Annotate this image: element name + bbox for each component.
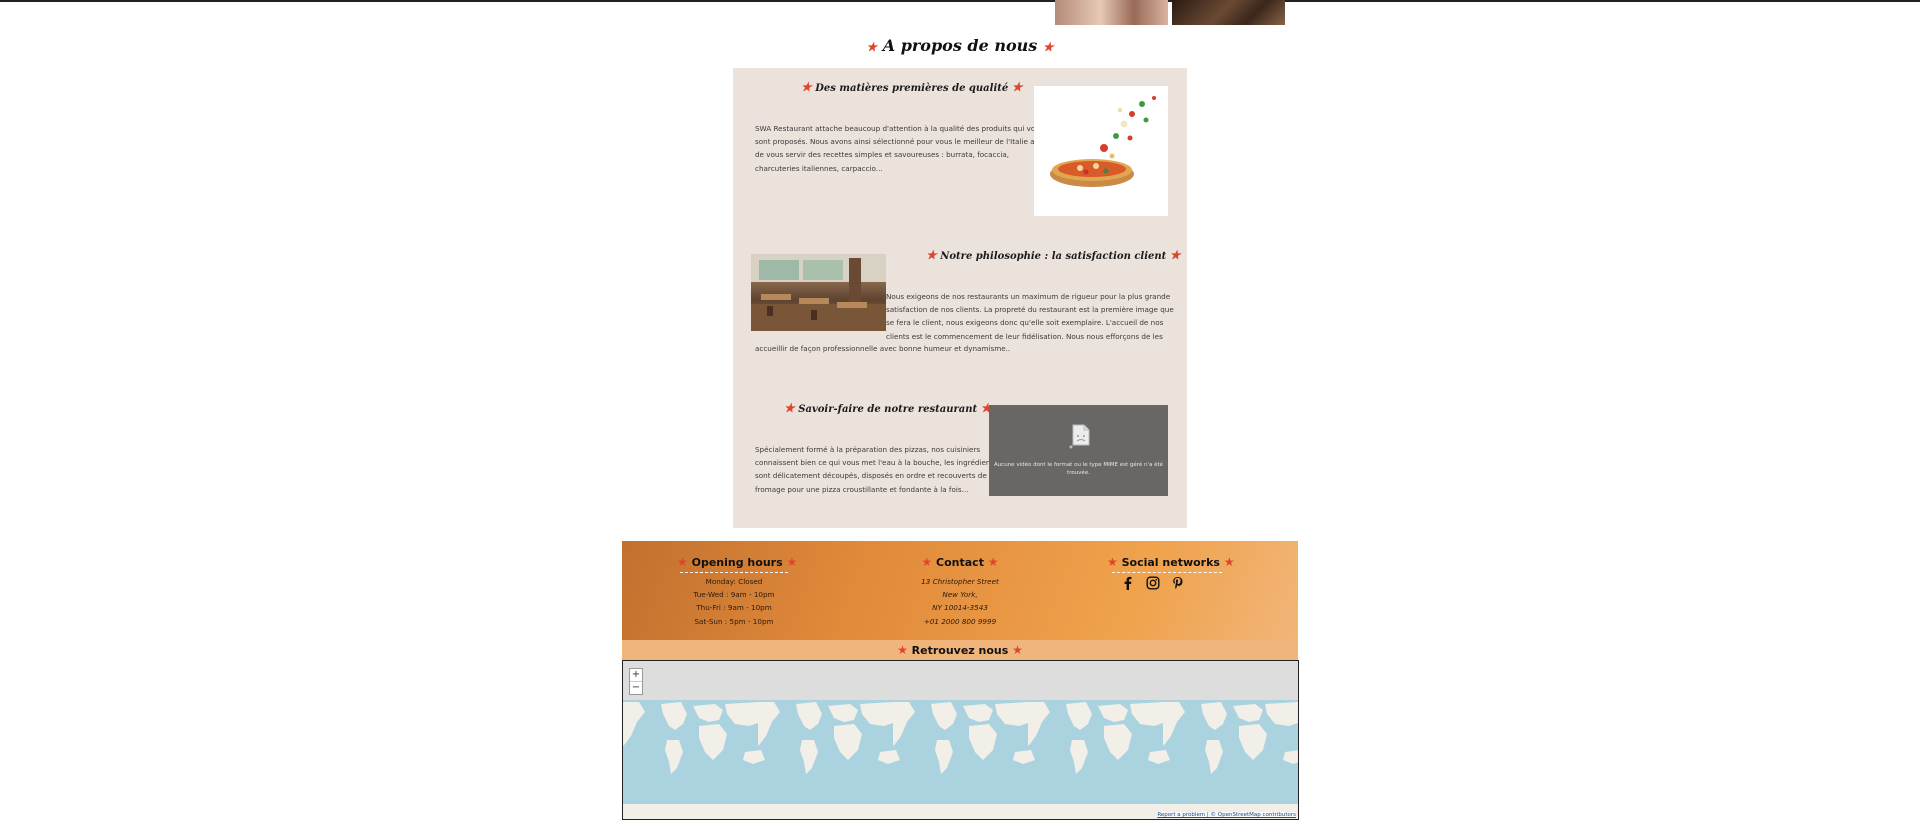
star-icon: ★: [677, 555, 688, 569]
hours-line: Monday: Closed: [705, 577, 763, 586]
star-icon: ★: [866, 40, 878, 54]
footer: ★ Opening hours ★ Monday: Closed Tue-Wed…: [622, 541, 1298, 640]
contact-line: New York,: [942, 590, 978, 600]
contact-heading: ★ Contact ★: [895, 555, 1025, 569]
text-line: sont proposés. Nous avons ainsi sélectio…: [755, 137, 1044, 147]
text-line: satisfaction de nos clients. La propreté…: [886, 305, 1174, 315]
social-icons: [1107, 575, 1227, 591]
section-title-text: Notre philosophie : la satisfaction clie…: [940, 251, 1167, 262]
opening-hours-title: Opening hours: [691, 556, 783, 569]
section-text-savoir-faire: Spécialement formé à la préparation des …: [755, 443, 997, 496]
contact-line[interactable]: +01 2000 800 9999: [895, 615, 1025, 628]
contact-line: NY 10014-3543: [932, 603, 988, 613]
star-icon: ★: [926, 248, 937, 262]
social-column: ★ Social networks ★: [1107, 555, 1235, 591]
text-line: sont délicatement découpés, disposés en …: [755, 471, 987, 481]
about-title-text: A propos de nous: [882, 36, 1038, 55]
star-icon: ★: [786, 555, 798, 569]
world-map-tiles[interactable]: [623, 700, 1298, 819]
section-text-quality: SWA Restaurant attache beaucoup d'attent…: [755, 122, 1044, 175]
about-section: ★ Des matières premières de qualité ★ SW…: [733, 68, 1187, 528]
star-icon: ★: [1223, 555, 1235, 569]
social-heading: ★ Social networks ★: [1107, 555, 1235, 569]
text-line: charcuteries italiennes, carpaccio...: [755, 163, 883, 173]
hours-line: Thu-Fri : 9am - 10pm: [696, 603, 772, 613]
gallery-image-food[interactable]: [1172, 0, 1285, 25]
social-title: Social networks: [1121, 556, 1220, 569]
top-border: [0, 0, 1920, 2]
zoom-out-button[interactable]: −: [630, 682, 642, 694]
map-title: Retrouvez nous: [911, 644, 1009, 657]
instagram-icon[interactable]: [1146, 576, 1160, 590]
text-line: Spécialement formé à la préparation des …: [755, 445, 981, 454]
divider: [1112, 572, 1222, 573]
text-line: Nous exigeons de nos restaurants un maxi…: [886, 292, 1171, 301]
restaurant-interior-image: [751, 254, 886, 331]
star-icon: ★: [784, 401, 795, 415]
star-icon: ★: [1012, 643, 1023, 657]
section-title-quality: ★ Des matières premières de qualité ★: [801, 80, 1023, 94]
zoom-in-button[interactable]: +: [630, 669, 642, 682]
pinterest-icon[interactable]: [1171, 576, 1185, 590]
section-text-philosophy-wrap: Nous exigeons de nos restaurants un maxi…: [886, 290, 1174, 343]
section-title-text: Des matières premières de qualité: [815, 83, 1009, 94]
star-icon: ★: [1107, 555, 1118, 569]
text-line: de vous servir des recettes simples et s…: [755, 150, 1010, 160]
section-title-text: Savoir-faire de notre restaurant: [798, 404, 978, 415]
star-icon: ★: [1169, 248, 1181, 262]
video-error-message: Aucune vidéo dont le format ou le type M…: [993, 462, 1164, 476]
video-player[interactable]: Aucune vidéo dont le format ou le type M…: [989, 405, 1168, 496]
star-icon: ★: [921, 555, 933, 569]
star-icon: ★: [1042, 40, 1054, 54]
gallery-image-diners[interactable]: [1055, 0, 1168, 25]
contact-title: Contact: [936, 556, 984, 569]
opening-hours-column: ★ Opening hours ★ Monday: Closed Tue-Wed…: [677, 555, 797, 628]
star-icon: ★: [801, 80, 812, 94]
opening-hours-heading: ★ Opening hours ★: [677, 555, 797, 569]
contact-line: 13 Christopher Street: [921, 577, 999, 586]
section-title-savoir-faire: ★ Savoir-faire de notre restaurant ★: [784, 401, 991, 415]
text-line: SWA Restaurant attache beaucoup d'attent…: [755, 124, 1044, 133]
map-heading: ★ Retrouvez nous ★: [622, 640, 1298, 660]
about-title: ★ A propos de nous ★: [0, 36, 1920, 55]
text-line: connaissent bien ce qui vous met l'eau à…: [755, 458, 997, 468]
pizza-image: [1034, 86, 1168, 216]
hours-line: Sat-Sun : 5pm - 10pm: [694, 616, 774, 626]
divider: [680, 572, 788, 573]
star-icon: ★: [897, 643, 908, 657]
text-line: accueillir de façon professionnelle avec…: [755, 344, 1011, 353]
section-title-philosophy: ★ Notre philosophie : la satisfaction cl…: [926, 248, 1181, 262]
map-widget[interactable]: + − Report a problem | © OpenStreetMap c…: [622, 660, 1299, 820]
map-attribution[interactable]: Report a problem | © OpenStreetMap contr…: [1157, 812, 1296, 818]
text-line: se fera le client, nous exigeons donc qu…: [886, 318, 1164, 328]
contact-column: ★ Contact ★ 13 Christopher Street New Yo…: [895, 555, 1025, 628]
broken-file-icon: [1069, 424, 1090, 449]
facebook-icon[interactable]: [1121, 576, 1135, 590]
star-icon: ★: [987, 555, 999, 569]
text-line: clients est le commencement de leur fidé…: [886, 331, 1163, 341]
section-text-philosophy-last: accueillir de façon professionnelle avec…: [755, 342, 1010, 355]
star-icon: ★: [1011, 80, 1023, 94]
hours-line: Tue-Wed : 9am - 10pm: [693, 590, 775, 600]
text-line: fromage pour une pizza croustillante et …: [755, 484, 969, 494]
zoom-control: + −: [629, 668, 643, 695]
